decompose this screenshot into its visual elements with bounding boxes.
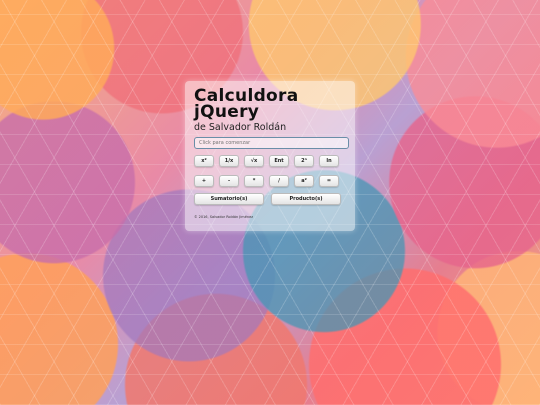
sqrt-button[interactable]: √x xyxy=(244,155,264,167)
add-button[interactable]: + xyxy=(194,175,214,187)
power-of-two-button[interactable]: 2ⁿ xyxy=(294,155,314,167)
button-row-functions: x² 1/x √x Ent 2ⁿ ln xyxy=(194,155,339,167)
calculator-panel: Calculdora jQuery de Salvador Roldán x² … xyxy=(185,81,355,231)
calculator-display[interactable] xyxy=(194,137,349,149)
subtract-button[interactable]: - xyxy=(219,175,239,187)
sum-button[interactable]: Sumatorio(s) xyxy=(194,193,264,205)
ln-button[interactable]: ln xyxy=(319,155,339,167)
app-subtitle: de Salvador Roldán xyxy=(194,122,287,133)
button-row-operators: + - * / a² = xyxy=(194,175,339,187)
equals-button[interactable]: = xyxy=(319,175,339,187)
product-button[interactable]: Producto(s) xyxy=(271,193,341,205)
button-row-series: Sumatorio(s) Producto(s) xyxy=(194,193,341,205)
power-button[interactable]: a² xyxy=(294,175,314,187)
copyright-footer: © 2016, Salvador Roldán Jiménez xyxy=(194,215,254,219)
square-button[interactable]: x² xyxy=(194,155,214,167)
app-title-line2: jQuery xyxy=(194,102,260,122)
integer-button[interactable]: Ent xyxy=(269,155,289,167)
divide-button[interactable]: / xyxy=(269,175,289,187)
reciprocal-button[interactable]: 1/x xyxy=(219,155,239,167)
app-title: Calculdora jQuery xyxy=(194,88,299,122)
multiply-button[interactable]: * xyxy=(244,175,264,187)
